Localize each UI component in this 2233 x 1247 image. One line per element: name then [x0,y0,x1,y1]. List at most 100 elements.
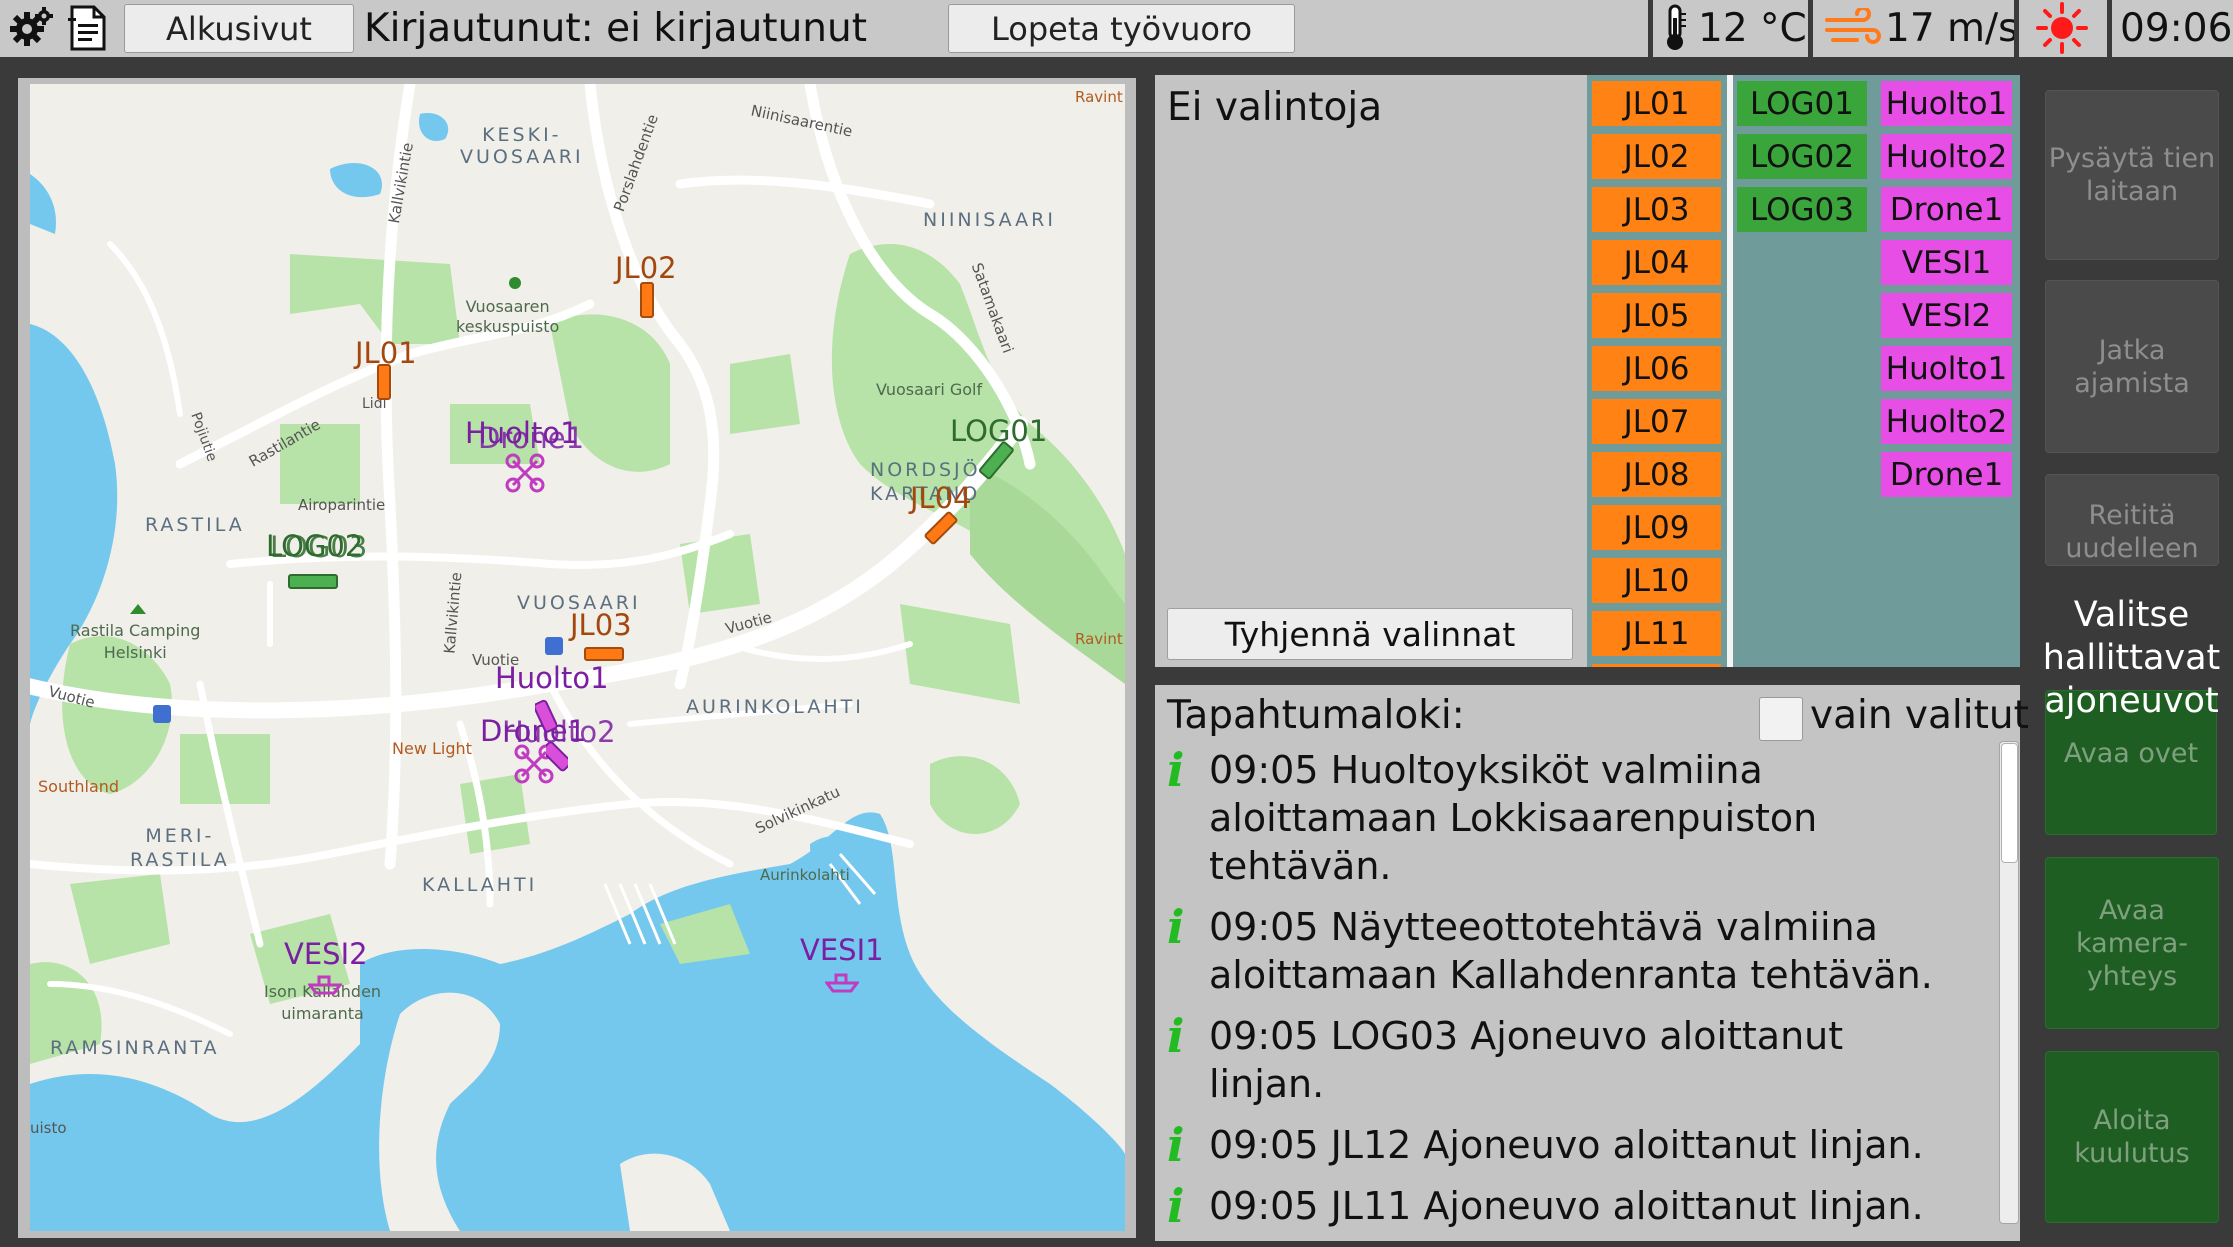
separator [1808,0,1813,57]
vehicle-button-jl-partial[interactable] [1592,664,1721,667]
drone-icon[interactable] [505,453,545,493]
log-entry: i 09:05 Näytteeottotehtävä valmiina aloi… [1167,903,1992,999]
select-vehicles-hint: Valitse hallittavat ajoneuvot [2042,595,2221,721]
clear-selection-button[interactable]: Tyhjennä valinnat [1167,608,1573,660]
place-label: Vuosaaren keskuspuisto [456,297,560,336]
clock: 09:06 [2120,6,2233,51]
vehicle-button-vesi2[interactable]: VESI2 [1881,293,2012,338]
place-label: uisto [30,1119,67,1137]
truck-icon[interactable] [288,573,340,591]
start-announcement-button[interactable]: Aloita kuulutus [2045,1051,2219,1223]
map[interactable]: KESKI- VUOSAARI NIINISAARI Vuosaaren kesku… [30,84,1125,1231]
log-entry: i 09:05 Huoltoyksiköt valmiina aloittama… [1167,746,1992,890]
only-selected-label: vain valitut [1810,693,2029,738]
service-vehicle-list[interactable]: Huolto1 Huolto2 Drone1 VESI1 VESI2 Huolt… [1875,75,2020,667]
wind-icon [1822,2,1882,54]
sun-icon [2032,2,2092,54]
place-label: RASTILA [145,514,245,536]
place-label: KALLAHTI [422,874,538,896]
separator [2014,0,2019,57]
vehicle-button-jl06[interactable]: JL06 [1592,346,1721,391]
bus-icon[interactable] [377,364,391,400]
vehicle-button-jl03[interactable]: JL03 [1592,187,1721,232]
place-label: Rastila Camping Helsinki [70,621,201,662]
continue-driving-button[interactable]: Jatka ajamista [2045,280,2219,453]
boat-icon[interactable] [308,973,342,995]
boat-icon[interactable] [825,971,859,993]
truck-icon[interactable] [978,439,1014,483]
vehicle-button-jl08[interactable]: JL08 [1592,452,1721,497]
document-icon[interactable] [60,2,116,54]
vehicle-label-log03: LOG03 [270,530,368,564]
top-bar: Alkusivut Kirjautunut: ei kirjautunut Lo… [0,0,2233,57]
vehicle-label-jl02: JL02 [615,251,677,285]
vehicle-button-vesi1[interactable]: VESI1 [1881,240,2012,285]
vehicle-button-huolto2[interactable]: Huolto2 [1881,134,2012,179]
vehicle-button-jl11[interactable]: JL11 [1592,611,1721,656]
poi-label: Ravint [1075,88,1123,106]
info-icon: i [1167,1118,1185,1172]
vehicle-button-huolto2[interactable]: Huolto2 [1881,399,2012,444]
poi-label: New Light [392,739,472,758]
home-button[interactable]: Alkusivut [124,4,354,53]
place-label: NIINISAARI [923,209,1056,231]
vehicle-button-jl07[interactable]: JL07 [1592,399,1721,444]
bus-icon[interactable] [640,282,654,318]
log-entry: i 09:05 LOG03 Ajoneuvo aloittanut linjan… [1167,1012,1992,1108]
event-log-list: i 09:05 Huoltoyksiköt valmiina aloittama… [1167,746,1992,1243]
vehicle-label-drone1: Drone1 [478,421,585,455]
vehicle-button-jl01[interactable]: JL01 [1592,81,1721,126]
vehicle-button-log01[interactable]: LOG01 [1737,81,1867,126]
vehicle-label-vesi1: VESI1 [800,933,884,967]
service-vehicle-icon[interactable] [546,739,568,775]
info-icon: i [1167,1179,1185,1233]
log-entry-text: 09:05 JL11 Ajoneuvo aloittanut linjan. [1209,1184,1924,1228]
vehicle-button-drone1[interactable]: Drone1 [1881,452,2012,497]
thermometer-icon [1650,2,1700,54]
stop-roadside-button[interactable]: Pysäytä tien laitaan [2045,90,2219,260]
vehicle-button-huolto1[interactable]: Huolto1 [1881,81,2012,126]
selection-panel [1155,75,1587,667]
vehicle-button-jl09[interactable]: JL09 [1592,505,1721,550]
event-log-title: Tapahtumaloki: [1167,693,1465,738]
selection-title: Ei valintoja [1167,85,1383,130]
log-entry-text: 09:05 JL12 Ajoneuvo aloittanut linjan. [1209,1123,1924,1167]
vehicle-button-log02[interactable]: LOG02 [1737,134,1867,179]
log-scrollbar-thumb[interactable] [2001,743,2018,863]
vehicle-button-log03[interactable]: LOG03 [1737,187,1867,232]
log-entry: i 09:05 JL11 Ajoneuvo aloittanut linjan. [1167,1182,1992,1230]
service-vehicle-icon[interactable] [535,699,557,735]
poi-label: Southland [38,777,120,796]
log-entry-text: 09:05 Näytteeottotehtävä valmiina aloitt… [1209,905,1933,997]
place-label: Aurinkolahti [760,866,850,884]
place-label: KESKI- VUOSAARI [460,124,584,168]
place-label: MERI- RASTILA [130,825,230,871]
open-camera-button[interactable]: Avaa kamera-yhteys [2045,857,2219,1029]
gear-icon[interactable] [2,2,58,54]
log-entry-text: 09:05 Huoltoyksiköt valmiina aloittamaan… [1209,748,1818,888]
reroute-button[interactable]: Reititä uudelleen [2045,474,2219,566]
only-selected-checkbox[interactable] [1759,697,1803,741]
vehicle-button-huolto1[interactable]: Huolto1 [1881,346,2012,391]
info-icon: i [1167,743,1185,797]
info-icon: i [1167,900,1185,954]
vehicle-button-jl10[interactable]: JL10 [1592,558,1721,603]
log-entry-text: 09:05 LOG03 Ajoneuvo aloittanut linjan. [1209,1014,1844,1106]
temperature-value: 12 °C [1698,6,1807,51]
log-entry: i 09:05 JL12 Ajoneuvo aloittanut linjan. [1167,1121,1992,1169]
vehicle-button-jl04[interactable]: JL04 [1592,240,1721,285]
wind-value: 17 m/s [1885,6,2019,51]
vehicle-button-jl05[interactable]: JL05 [1592,293,1721,338]
end-shift-button[interactable]: Lopeta työvuoro [948,4,1295,53]
jl-vehicle-list[interactable]: JL01 JL02 JL03 JL04 JL05 JL06 JL07 JL08 … [1587,75,1727,667]
bus-icon[interactable] [923,509,959,549]
vehicle-button-jl02[interactable]: JL02 [1592,134,1721,179]
place-label: RAMSINRANTA [50,1037,220,1059]
log-vehicle-list[interactable]: LOG01 LOG02 LOG03 [1733,75,1875,667]
vehicle-label-vesi2: VESI2 [284,937,368,971]
poi-label: Ravint [1075,630,1123,648]
vehicle-label-huolto1: Huolto1 [495,661,609,695]
vehicle-button-drone1[interactable]: Drone1 [1881,187,2012,232]
info-icon: i [1167,1009,1185,1063]
login-status: Kirjautunut: ei kirjautunut [364,6,868,51]
